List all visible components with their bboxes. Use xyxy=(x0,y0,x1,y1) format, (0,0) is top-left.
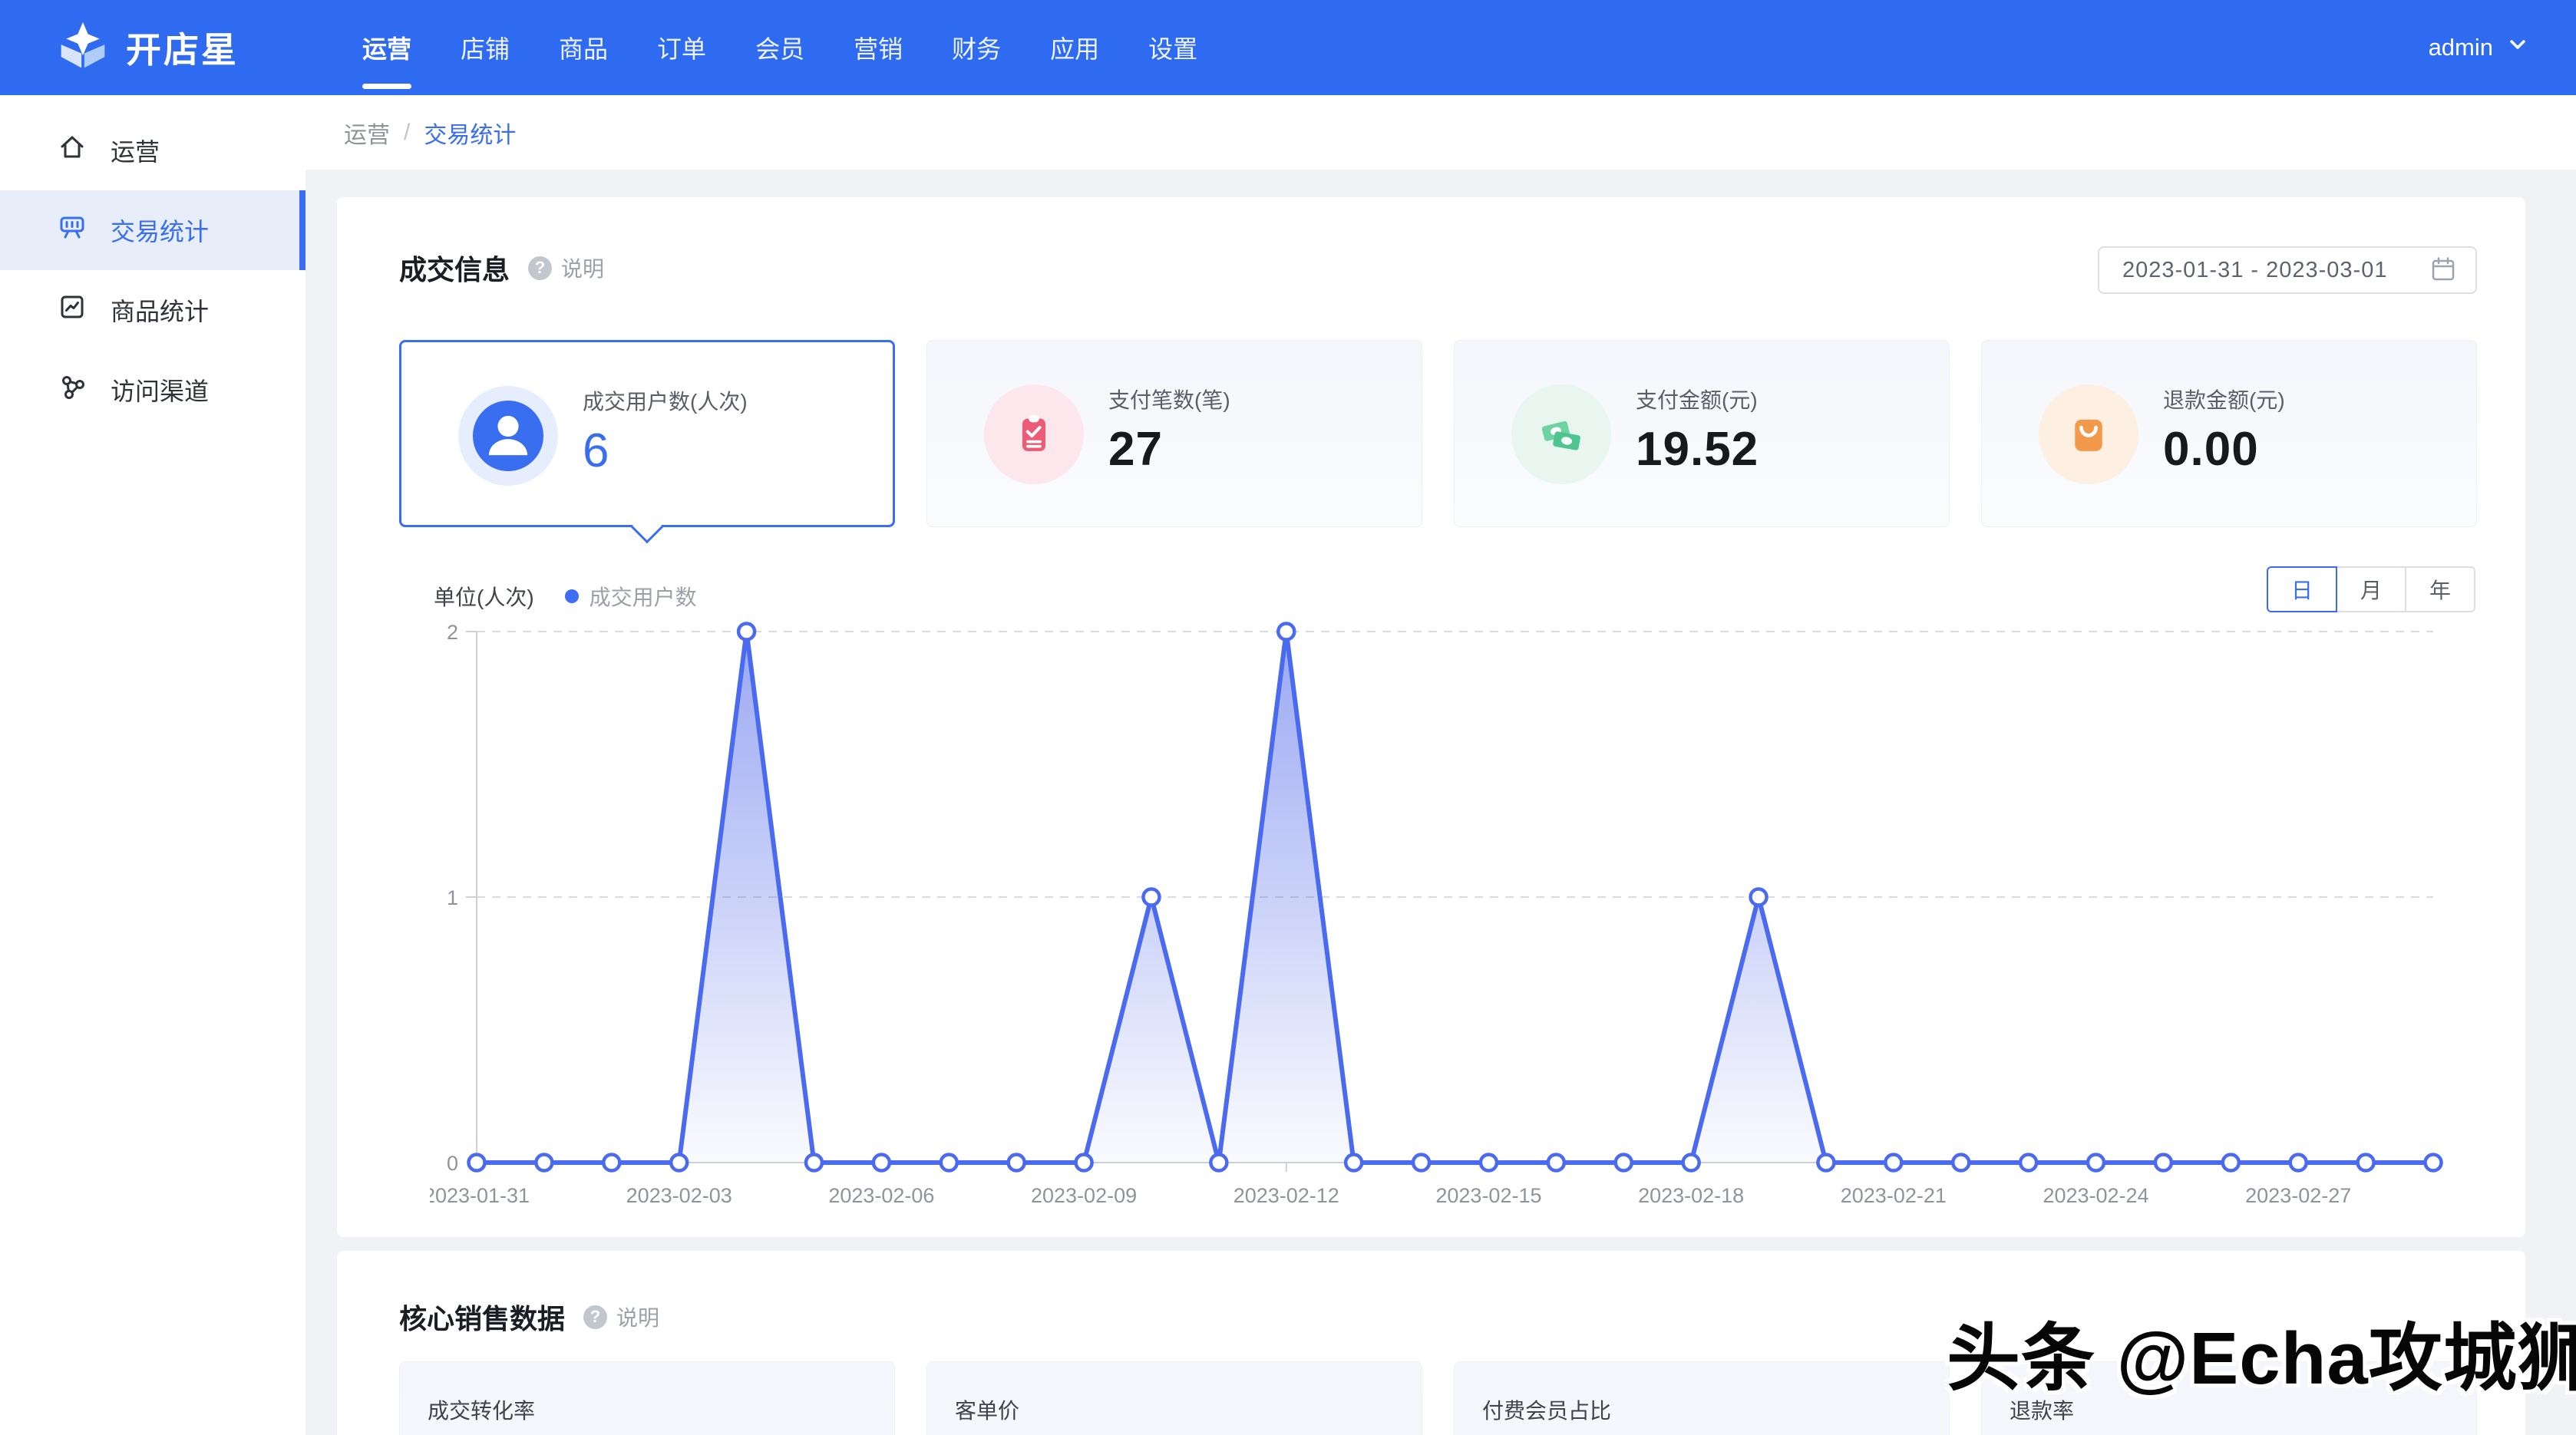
svg-text:2023-02-09: 2023-02-09 xyxy=(1031,1184,1137,1207)
period-tab-month[interactable]: 月 xyxy=(2336,566,2406,612)
core-card-conversion-rate[interactable]: 成交转化率 xyxy=(399,1361,895,1435)
stat-cards-row: 成交用户数(人次) 6 支付笔数(笔) 27 xyxy=(399,340,2477,529)
nav-item-operations[interactable]: 运营 xyxy=(338,0,436,95)
user-icon xyxy=(458,386,558,486)
deal-info-title: 成交信息 xyxy=(399,248,510,288)
nav-item-shop[interactable]: 店铺 xyxy=(436,0,534,95)
svg-text:2023-02-18: 2023-02-18 xyxy=(1638,1184,1744,1207)
stat-label: 支付金额(元) xyxy=(1636,384,1759,414)
sidebar-item-product-stats[interactable]: 商品统计 xyxy=(0,270,305,350)
main-content: 成交信息 ? 说明 2023-01-31 - 2023-03-01 xyxy=(305,170,2576,1435)
sidebar-item-visit-channels[interactable]: 访问渠道 xyxy=(0,350,305,430)
period-tab-day[interactable]: 日 xyxy=(2267,566,2337,612)
svg-text:0: 0 xyxy=(447,1152,458,1175)
svg-text:2023-02-06: 2023-02-06 xyxy=(828,1184,934,1207)
chevron-down-icon xyxy=(2505,32,2530,63)
top-navbar: 开店星 运营 店铺 商品 订单 会员 营销 财务 应用 设置 admin xyxy=(0,0,2576,95)
nav-item-apps[interactable]: 应用 xyxy=(1025,0,1124,95)
star-box-icon xyxy=(57,20,109,76)
svg-text:2023-02-15: 2023-02-15 xyxy=(1435,1184,1541,1207)
sidebar-item-label: 访问渠道 xyxy=(111,372,209,407)
sidebar-item-label: 交易统计 xyxy=(111,213,209,248)
core-card-label: 成交转化率 xyxy=(428,1394,867,1425)
nav-item-orders[interactable]: 订单 xyxy=(632,0,731,95)
user-menu[interactable]: admin xyxy=(2429,32,2576,63)
core-card-label: 付费会员占比 xyxy=(1482,1394,1921,1425)
stat-label: 成交用户数(人次) xyxy=(583,385,748,416)
help-label[interactable]: 说明 xyxy=(561,252,604,283)
svg-text:2023-01-31: 2023-01-31 xyxy=(430,1184,530,1207)
stat-label: 支付笔数(笔) xyxy=(1108,384,1230,414)
stat-value: 0.00 xyxy=(2163,422,2285,477)
period-tab-year[interactable]: 年 xyxy=(2405,566,2475,612)
stat-card-pay-amount[interactable]: 支付金额(元) 19.52 xyxy=(1454,340,1950,527)
calendar-icon xyxy=(2429,255,2457,286)
stat-value: 19.52 xyxy=(1636,422,1759,477)
core-sales-title: 核心销售数据 xyxy=(399,1297,565,1337)
sidebar-item-label: 运营 xyxy=(111,133,160,168)
help-icon[interactable]: ? xyxy=(528,256,552,280)
stat-label: 退款金额(元) xyxy=(2163,384,2285,414)
sidebar-item-label: 商品统计 xyxy=(111,292,209,328)
breadcrumb-operations[interactable]: 运营 xyxy=(344,116,390,150)
help-icon[interactable]: ? xyxy=(583,1305,607,1329)
trend-chart: 0 1 2 2023-01-31 2023-02-03 2023-02-06 2023-02… xyxy=(430,606,2502,1220)
selected-card-notch xyxy=(631,511,663,543)
svg-text:2023-02-21: 2023-02-21 xyxy=(1841,1184,1947,1207)
stat-card-pay-count[interactable]: 支付笔数(笔) 27 xyxy=(926,340,1422,527)
nav-item-finance[interactable]: 财务 xyxy=(927,0,1025,95)
sidebar-item-trade-stats[interactable]: 交易统计 xyxy=(0,190,305,270)
deal-info-panel: 成交信息 ? 说明 2023-01-31 - 2023-03-01 xyxy=(337,197,2525,1237)
core-card-paid-member-ratio[interactable]: 付费会员占比 xyxy=(1454,1361,1950,1435)
core-card-avg-order-value[interactable]: 客单价 xyxy=(926,1361,1422,1435)
bag-icon xyxy=(2039,384,2138,484)
legend-dot-icon xyxy=(565,589,579,603)
date-range-picker[interactable]: 2023-01-31 - 2023-03-01 xyxy=(2098,246,2477,294)
nav-item-members[interactable]: 会员 xyxy=(731,0,829,95)
deal-info-header: 成交信息 ? 说明 xyxy=(399,248,604,288)
svg-text:2: 2 xyxy=(447,621,458,644)
nav-item-settings[interactable]: 设置 xyxy=(1124,0,1222,95)
receipt-icon xyxy=(984,384,1084,484)
svg-text:2023-02-27: 2023-02-27 xyxy=(2245,1184,2351,1207)
date-range-value: 2023-01-31 - 2023-03-01 xyxy=(2122,258,2429,283)
home-icon xyxy=(57,132,88,169)
sidebar-item-operations[interactable]: 运营 xyxy=(0,111,305,190)
stat-value: 6 xyxy=(583,424,748,478)
sidebar: 运营 交易统计 商品统计 访问渠道 xyxy=(0,95,305,1435)
nav-item-products[interactable]: 商品 xyxy=(534,0,632,95)
svg-text:1: 1 xyxy=(447,886,458,909)
app-title: 开店星 xyxy=(126,22,239,73)
period-toggle-group: 日 月 年 xyxy=(2267,566,2475,612)
main-nav: 运营 店铺 商品 订单 会员 营销 财务 应用 设置 xyxy=(338,0,2429,95)
core-card-label: 客单价 xyxy=(955,1394,1394,1425)
help-label[interactable]: 说明 xyxy=(616,1301,659,1332)
stat-card-refund-amount[interactable]: 退款金额(元) 0.00 xyxy=(1981,340,2477,527)
app-logo: 开店星 xyxy=(0,20,305,76)
nav-item-marketing[interactable]: 营销 xyxy=(829,0,927,95)
username: admin xyxy=(2429,34,2493,61)
svg-text:2023-02-24: 2023-02-24 xyxy=(2043,1184,2148,1207)
breadcrumb-separator: / xyxy=(404,120,410,146)
breadcrumb-trade-stats: 交易统计 xyxy=(424,116,516,150)
core-sales-header: 核心销售数据 ? 说明 xyxy=(399,1297,659,1337)
svg-text:2023-02-12: 2023-02-12 xyxy=(1234,1184,1339,1207)
stat-card-deal-users[interactable]: 成交用户数(人次) 6 xyxy=(399,340,895,527)
share-nodes-icon xyxy=(57,371,88,408)
svg-text:2023-02-03: 2023-02-03 xyxy=(626,1184,732,1207)
data-board-icon xyxy=(57,212,88,249)
watermark-text: 头条 @Echa攻城狮 xyxy=(1947,1298,2576,1405)
chart-box-icon xyxy=(57,292,88,328)
money-icon xyxy=(1511,384,1611,484)
breadcrumb: 运营 / 交易统计 xyxy=(305,95,2576,170)
stat-value: 27 xyxy=(1108,422,1230,477)
